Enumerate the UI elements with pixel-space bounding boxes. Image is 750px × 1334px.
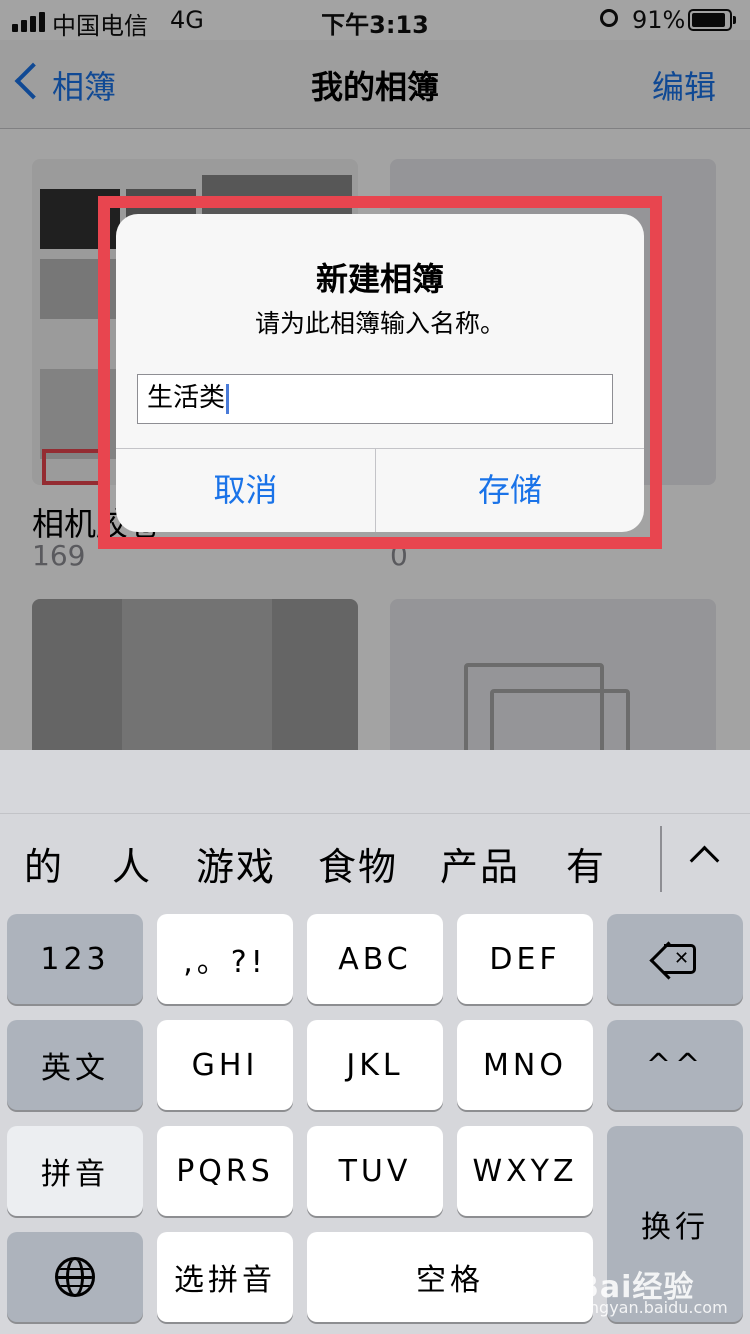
save-button[interactable]: 存储: [376, 448, 644, 532]
key-wxyz[interactable]: WXYZ: [457, 1126, 593, 1216]
chevron-up-icon[interactable]: [689, 845, 720, 876]
key-mno[interactable]: MNO: [457, 1020, 593, 1110]
globe-icon: [55, 1257, 95, 1297]
candidate-word[interactable]: 人: [112, 836, 152, 891]
key-123[interactable]: 123: [7, 914, 143, 1004]
screen: 中国电信 4G 下午3:13 91% 相簿 我的相簿 编辑 相机胶卷 169 0: [0, 0, 750, 1334]
candidate-word[interactable]: 有: [566, 836, 606, 891]
candidate-bar: 的 人 游戏 食物 产品 有: [0, 814, 750, 900]
key-def[interactable]: DEF: [457, 914, 593, 1004]
key-punctuation[interactable]: ,。?!: [157, 914, 293, 1004]
space-key[interactable]: 空格: [307, 1232, 593, 1322]
key-tuv[interactable]: TUV: [307, 1126, 443, 1216]
candidate-word[interactable]: 游戏: [196, 836, 276, 891]
album-name-input[interactable]: 生活类: [137, 374, 613, 424]
candidate-word[interactable]: 的: [24, 836, 64, 891]
dialog-message: 请为此相簿输入名称。: [254, 309, 505, 338]
candidate-word[interactable]: 产品: [440, 836, 520, 891]
key-jkl[interactable]: JKL: [307, 1020, 443, 1110]
globe-key[interactable]: [7, 1232, 143, 1322]
key-pqrs[interactable]: PQRS: [157, 1126, 293, 1216]
candidate-word[interactable]: 食物: [318, 836, 398, 891]
cancel-button[interactable]: 取消: [116, 448, 375, 532]
backspace-key[interactable]: ✕: [607, 914, 743, 1004]
divider: [660, 826, 662, 892]
key-abc[interactable]: ABC: [307, 914, 443, 1004]
key-english[interactable]: 英文: [7, 1020, 143, 1110]
watermark-url: jingyan.baidu.com: [580, 1298, 728, 1317]
key-ghi[interactable]: GHI: [157, 1020, 293, 1110]
key-pinyin[interactable]: 拼音: [7, 1126, 143, 1216]
new-album-dialog: 新建相簿 请为此相簿输入名称。 生活类 取消 存储: [116, 214, 644, 532]
key-select-pinyin[interactable]: 选拼音: [157, 1232, 293, 1322]
text-caret: [226, 383, 230, 414]
key-emoji[interactable]: ^^: [607, 1020, 743, 1110]
album-name-value: 生活类: [147, 383, 226, 413]
backspace-icon: ✕: [649, 941, 696, 980]
dialog-title: 新建相簿: [315, 260, 444, 298]
keyboard-top-area: [0, 750, 750, 814]
